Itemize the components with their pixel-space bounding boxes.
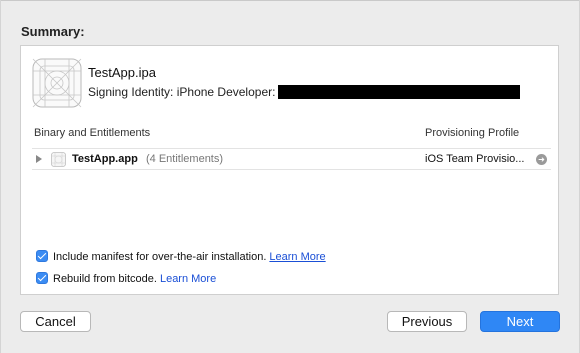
summary-panel: TestApp.ipa Signing Identity: iPhone Dev… (20, 45, 559, 295)
entitlements-count: (4 Entitlements) (146, 153, 224, 165)
bitcode-label: Rebuild from bitcode. (53, 273, 157, 285)
summary-title: Summary: (21, 24, 85, 39)
cancel-button[interactable]: Cancel (20, 311, 91, 332)
bitcode-learn-more-link[interactable]: Learn More (160, 273, 216, 285)
app-placeholder-icon (32, 58, 82, 108)
next-button[interactable]: Next (480, 311, 560, 332)
manifest-checkbox[interactable] (36, 250, 48, 262)
manifest-label: Include manifest for over-the-air instal… (53, 251, 267, 263)
app-file-name: TestApp.ipa (88, 65, 156, 80)
app-bundle-icon (51, 152, 66, 167)
manifest-option: Include manifest for over-the-air instal… (36, 250, 326, 263)
binary-name: TestApp.app (72, 153, 138, 165)
bitcode-checkbox[interactable] (36, 272, 48, 284)
window-top-border (0, 0, 580, 1)
arrow-circle-right-icon[interactable]: ➜ (536, 154, 547, 165)
signing-identity-label: Signing Identity: iPhone Developer: (88, 85, 276, 99)
signing-identity: Signing Identity: iPhone Developer: (88, 85, 521, 99)
column-header-binary: Binary and Entitlements (34, 127, 151, 139)
disclosure-triangle-icon[interactable] (36, 155, 42, 163)
provisioning-profile-name: iOS Team Provisio... (425, 153, 525, 165)
column-header-profile: Provisioning Profile (425, 127, 520, 139)
previous-button[interactable]: Previous (387, 311, 467, 332)
manifest-learn-more-link[interactable]: Learn More (269, 251, 325, 263)
redacted-block (278, 85, 521, 99)
table-row[interactable]: TestApp.app (4 Entitlements) iOS Team Pr… (32, 148, 551, 170)
bitcode-option: Rebuild from bitcode. Learn More (36, 272, 216, 285)
window-left-border (0, 0, 1, 353)
